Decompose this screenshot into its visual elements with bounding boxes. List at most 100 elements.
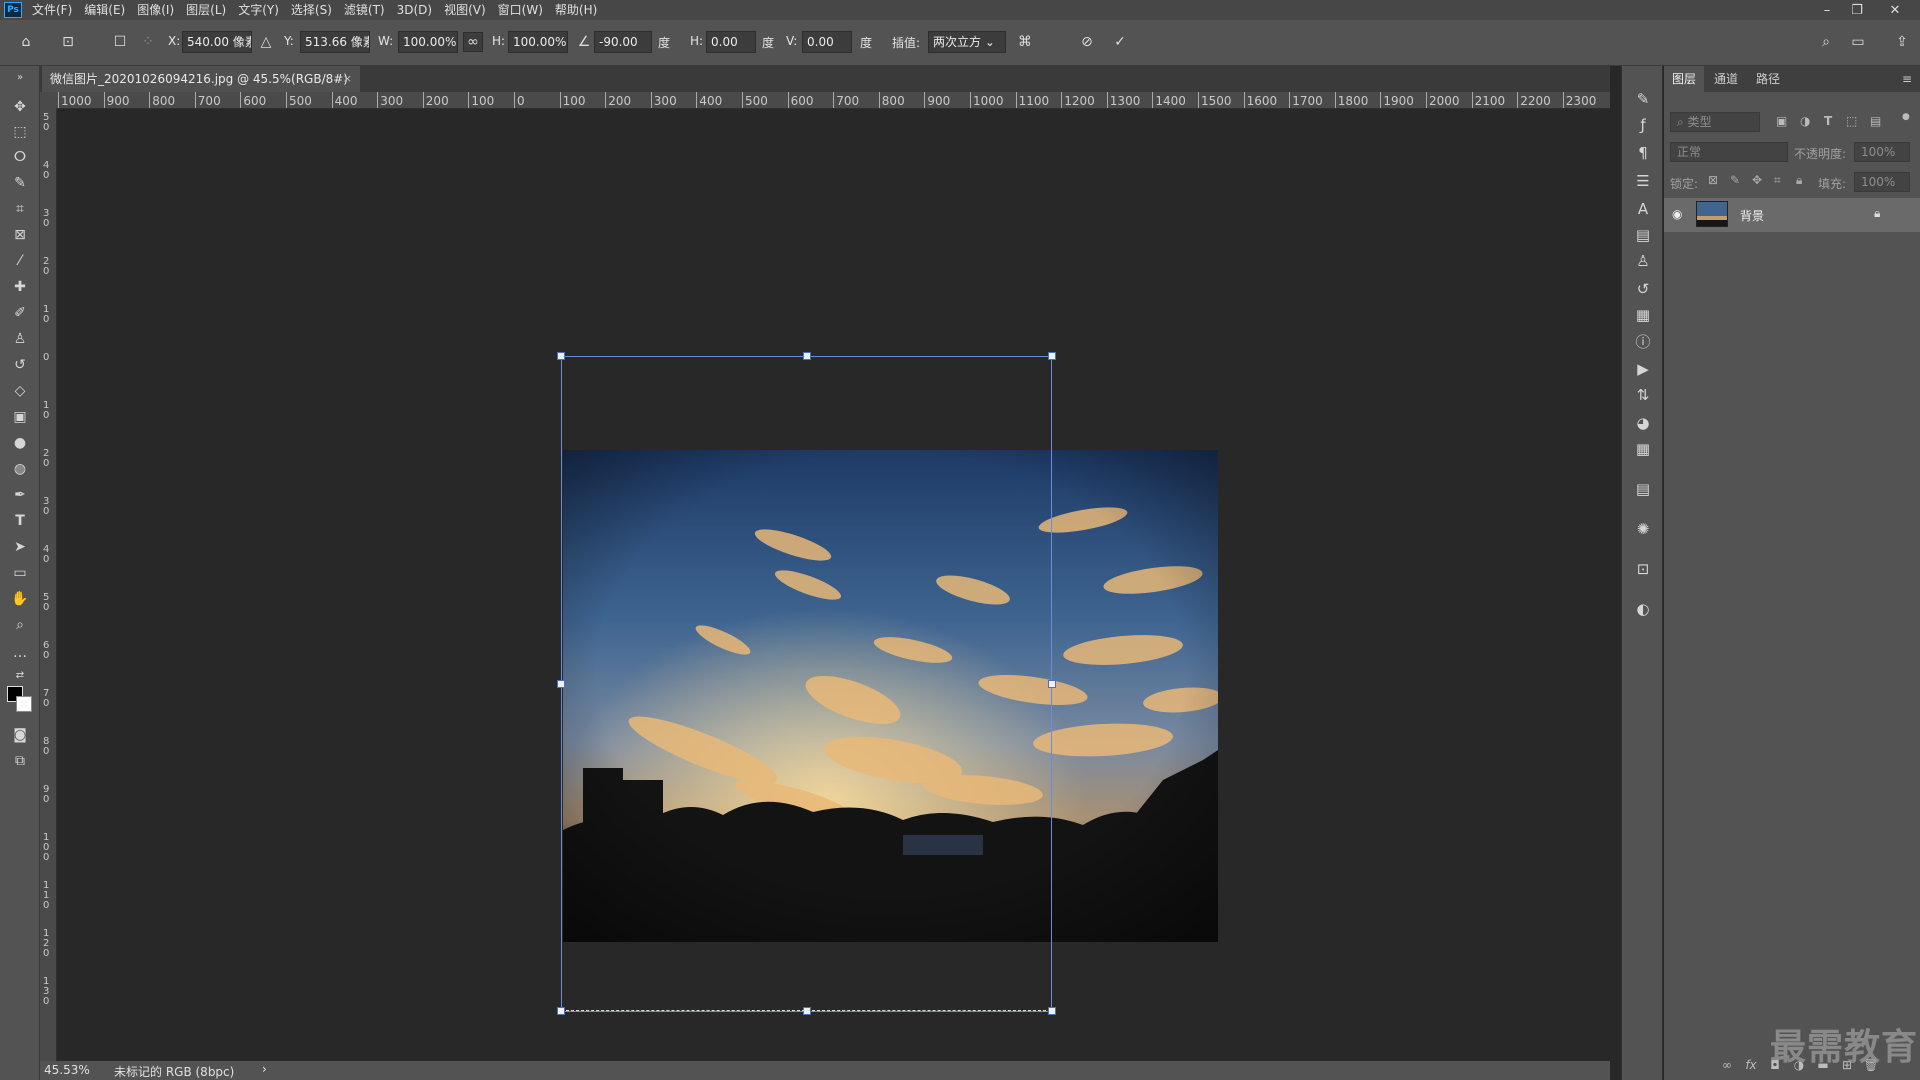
transform-handle-top-left[interactable] bbox=[557, 352, 565, 360]
menu-select[interactable]: 选择(S) bbox=[285, 0, 338, 20]
menu-layer[interactable]: 图层(L) bbox=[180, 0, 232, 20]
swatches-icon[interactable]: ▦ bbox=[1632, 304, 1654, 326]
color-icon[interactable]: ◕ bbox=[1632, 412, 1654, 434]
workspace-icon[interactable]: ▭ bbox=[1848, 32, 1868, 52]
transform-handle-bottom-center[interactable] bbox=[803, 1007, 811, 1015]
screen-mode-icon[interactable]: ⧉ bbox=[8, 750, 32, 772]
tab-paths[interactable]: 路径 bbox=[1748, 66, 1788, 92]
rotate-input[interactable]: -90.00 bbox=[594, 31, 652, 53]
layer-filter-select[interactable]: ⌕ 类型 bbox=[1670, 112, 1760, 132]
menu-filter[interactable]: 滤镜(T) bbox=[338, 0, 391, 20]
reference-point-checkbox[interactable]: ☐ bbox=[110, 32, 130, 52]
blur-tool-icon[interactable]: ● bbox=[8, 432, 32, 454]
type-tool-icon[interactable]: T bbox=[8, 510, 32, 532]
height-input[interactable]: 100.00% bbox=[508, 31, 568, 53]
status-menu-arrow[interactable]: › bbox=[262, 1062, 267, 1076]
filter-shape-icon[interactable]: ⬚ bbox=[1846, 114, 1857, 128]
stamp-tool-icon[interactable]: ♙ bbox=[8, 328, 32, 350]
panel-menu-icon[interactable]: ≡ bbox=[1902, 72, 1912, 86]
collapse-icon[interactable]: » bbox=[8, 66, 32, 88]
frame-tool-icon[interactable]: ⊠ bbox=[8, 224, 32, 246]
quick-select-tool-icon[interactable]: ✎ bbox=[8, 172, 32, 194]
share-icon[interactable]: ⇪ bbox=[1892, 32, 1912, 52]
brush-tool-icon[interactable]: ✐ bbox=[8, 302, 32, 324]
info-icon[interactable]: ⓘ bbox=[1632, 330, 1654, 352]
filter-adjustment-icon[interactable]: ◑ bbox=[1800, 114, 1810, 128]
libraries-icon[interactable]: ▤ bbox=[1632, 224, 1654, 246]
filter-smart-object-icon[interactable]: ▤ bbox=[1870, 114, 1881, 128]
background-color-swatch[interactable] bbox=[16, 696, 32, 712]
canvas-area[interactable] bbox=[58, 110, 1610, 1060]
skew-h-input[interactable]: 0.00 bbox=[706, 31, 756, 53]
gradient-tool-icon[interactable]: ▣ bbox=[8, 406, 32, 428]
healing-brush-icon[interactable]: ✚ bbox=[8, 276, 32, 298]
home-icon[interactable]: ⌂ bbox=[16, 32, 36, 52]
lock-all-icon[interactable]: 🔒︎ bbox=[1796, 173, 1802, 188]
lock-transparent-icon[interactable]: ⊠ bbox=[1708, 173, 1718, 187]
quick-mask-icon[interactable]: ◙ bbox=[8, 724, 32, 746]
warp-icon[interactable]: ⌘ bbox=[1015, 32, 1035, 52]
commit-transform-icon[interactable]: ✓ bbox=[1110, 32, 1130, 52]
menu-edit[interactable]: 编辑(E) bbox=[78, 0, 131, 20]
rectangle-tool-icon[interactable]: ▭ bbox=[8, 562, 32, 584]
interpolation-select[interactable]: 两次立方 ⌄ bbox=[928, 31, 1006, 53]
menu-view[interactable]: 视图(V) bbox=[438, 0, 492, 20]
hand-tool-icon[interactable]: ✋ bbox=[8, 588, 32, 610]
filter-pixel-icon[interactable]: ▣ bbox=[1776, 114, 1787, 128]
menu-help[interactable]: 帮助(H) bbox=[549, 0, 603, 20]
transform-preset-icon[interactable]: ⊡ bbox=[58, 32, 78, 52]
adjustments-icon[interactable]: ⇅ bbox=[1632, 384, 1654, 406]
history-icon[interactable]: ↺ bbox=[1632, 278, 1654, 300]
table-icon[interactable]: ▦ bbox=[1632, 438, 1654, 460]
cancel-transform-icon[interactable]: ⊘ bbox=[1077, 32, 1097, 52]
properties-icon[interactable]: ☰ bbox=[1632, 170, 1654, 192]
transform-handle-middle-right[interactable] bbox=[1048, 680, 1056, 688]
opacity-input[interactable]: 100% bbox=[1854, 142, 1910, 162]
more-tools-icon[interactable]: … bbox=[8, 642, 32, 664]
channels-icon[interactable]: ♙ bbox=[1632, 250, 1654, 272]
zoom-tool-icon[interactable]: ⌕ bbox=[8, 614, 32, 636]
layer-row-background[interactable]: ◉ 背景 🔒︎ bbox=[1664, 198, 1920, 232]
menu-file[interactable]: 文件(F) bbox=[26, 0, 78, 20]
tab-layers[interactable]: 图层 bbox=[1664, 66, 1705, 92]
restore-button[interactable]: ❐ bbox=[1842, 0, 1872, 20]
menu-type[interactable]: 文字(Y) bbox=[232, 0, 285, 20]
y-input[interactable]: 513.66 像素 bbox=[300, 31, 370, 53]
actions-icon[interactable]: ▶ bbox=[1632, 358, 1654, 380]
filter-toggle-icon[interactable]: ● bbox=[1902, 112, 1910, 122]
paragraph-icon[interactable]: ¶ bbox=[1632, 142, 1654, 164]
transform-handle-middle-left[interactable] bbox=[557, 680, 565, 688]
link-icon[interactable]: ∞ bbox=[463, 32, 483, 52]
delta-icon[interactable]: △ bbox=[256, 32, 276, 52]
layer-style-icon[interactable]: fx bbox=[1742, 1056, 1760, 1074]
width-input[interactable]: 100.00% bbox=[398, 31, 458, 53]
fill-input[interactable]: 100% bbox=[1854, 172, 1910, 192]
menu-3d[interactable]: 3D(D) bbox=[391, 0, 438, 20]
eyedropper-tool-icon[interactable]: ⁄ bbox=[8, 250, 32, 272]
clone-source-icon[interactable]: ƒ bbox=[1632, 114, 1654, 136]
skew-v-input[interactable]: 0.00 bbox=[802, 31, 852, 53]
link-layers-icon[interactable]: ∞ bbox=[1718, 1056, 1736, 1074]
styles-icon[interactable]: ◐ bbox=[1632, 598, 1654, 620]
reference-point-grid-icon[interactable]: ⁘ bbox=[138, 32, 158, 52]
close-window-button[interactable]: ✕ bbox=[1880, 0, 1910, 20]
export-icon[interactable]: ⊡ bbox=[1632, 558, 1654, 580]
free-transform-bounding-box[interactable] bbox=[557, 352, 1056, 1015]
minimize-button[interactable]: – bbox=[1812, 0, 1842, 20]
transform-handle-bottom-left[interactable] bbox=[557, 1007, 565, 1015]
lock-position-icon[interactable]: ✥ bbox=[1752, 173, 1762, 187]
brush-settings-icon[interactable]: ✎ bbox=[1632, 88, 1654, 110]
document-tab[interactable]: 微信图片_20201026094216.jpg @ 45.5%(RGB/8#) … bbox=[42, 66, 360, 92]
lock-image-icon[interactable]: ✎ bbox=[1730, 173, 1740, 187]
history-brush-icon[interactable]: ↺ bbox=[8, 354, 32, 376]
close-tab-icon[interactable]: × bbox=[343, 66, 352, 92]
pen-tool-icon[interactable]: ✒ bbox=[8, 484, 32, 506]
marquee-tool-icon[interactable]: ⬚ bbox=[8, 121, 32, 143]
swap-colors-icon[interactable]: ⇄ bbox=[8, 664, 32, 686]
visibility-eye-icon[interactable]: ◉ bbox=[1672, 207, 1682, 221]
transform-handle-top-right[interactable] bbox=[1048, 352, 1056, 360]
filter-type-icon[interactable]: T bbox=[1824, 114, 1832, 128]
path-select-icon[interactable]: ➤ bbox=[8, 536, 32, 558]
lasso-tool-icon[interactable]: ⵔ bbox=[8, 146, 32, 168]
search-icon[interactable]: ⌕ bbox=[1816, 32, 1836, 52]
